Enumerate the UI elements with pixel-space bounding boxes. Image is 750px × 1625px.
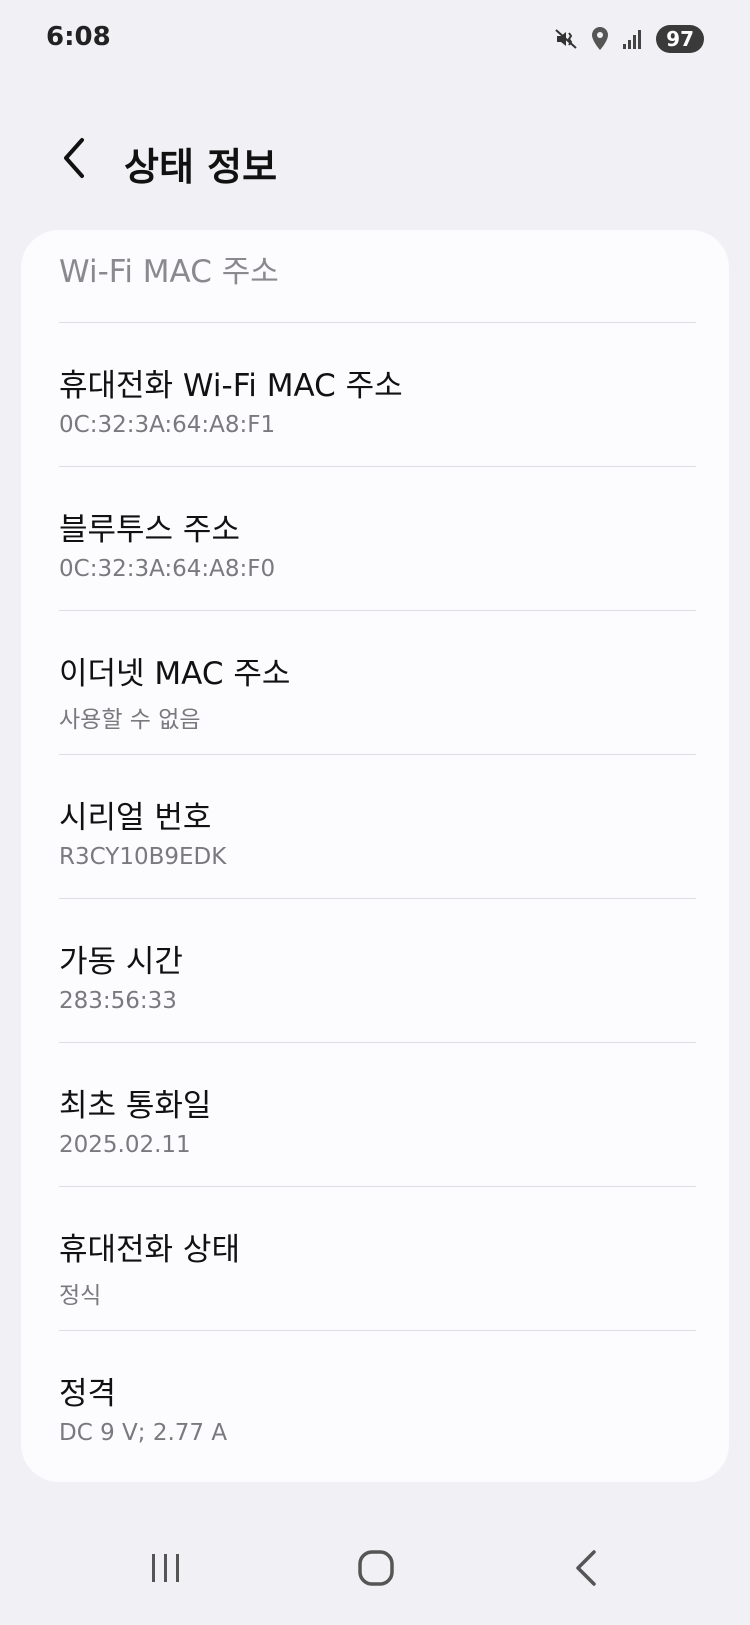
home-icon [357,1549,395,1591]
header: 상태 정보 [0,120,750,210]
status-time: 6:08 [46,22,111,52]
status-bar: 6:08 97 [0,0,750,80]
recent-apps-icon [148,1550,184,1590]
item-value: 2025.02.11 [59,1132,191,1158]
list-item[interactable]: 휴대전화 Wi-Fi MAC 주소 0C:32:3A:64:A8:F1 [21,322,729,466]
list-item[interactable]: 최초 통화일 2025.02.11 [21,1042,729,1186]
status-icons: 97 [554,24,704,54]
item-title: 휴대전화 상태 [59,1232,240,1268]
nav-back-button[interactable] [546,1530,626,1610]
item-title: 정격 [59,1376,117,1412]
back-icon [572,1549,600,1591]
status-info-card: Wi-Fi MAC 주소 휴대전화 Wi-Fi MAC 주소 0C:32:3A:… [21,230,729,1482]
item-title: 휴대전화 Wi-Fi MAC 주소 [59,368,403,404]
home-button[interactable] [336,1530,416,1610]
item-title: 시리얼 번호 [59,800,212,836]
navigation-bar [0,1530,750,1625]
location-icon [590,26,610,52]
item-value: 283:56:33 [59,988,177,1014]
item-title: 최초 통화일 [59,1088,212,1124]
list-item[interactable]: 시리얼 번호 R3CY10B9EDK [21,754,729,898]
item-value: 사용할 수 없음 [59,707,201,733]
battery-icon: 97 [656,25,704,53]
list-item[interactable]: 이더넷 MAC 주소 사용할 수 없음 [21,610,729,754]
item-value: 0C:32:3A:64:A8:F1 [59,412,276,438]
item-title: 블루투스 주소 [59,512,240,548]
item-title: 이더넷 MAC 주소 [59,656,291,692]
item-title: 가동 시간 [59,944,183,980]
back-button[interactable] [52,138,96,182]
wifi-mac-item-partial[interactable]: Wi-Fi MAC 주소 [59,246,279,291]
item-value: 0C:32:3A:64:A8:F0 [59,556,276,582]
recent-apps-button[interactable] [126,1530,206,1610]
list-item[interactable]: 정격 DC 9 V; 2.77 A [21,1330,729,1474]
info-list: 휴대전화 Wi-Fi MAC 주소 0C:32:3A:64:A8:F1 블루투스… [21,322,729,1474]
item-value: 정식 [59,1283,102,1309]
list-item[interactable]: 블루투스 주소 0C:32:3A:64:A8:F0 [21,466,729,610]
mute-vibrate-icon [554,27,578,51]
item-value: R3CY10B9EDK [59,844,227,870]
list-item[interactable]: 가동 시간 283:56:33 [21,898,729,1042]
chevron-left-icon [60,136,88,184]
list-item[interactable]: 휴대전화 상태 정식 [21,1186,729,1330]
page-title: 상태 정보 [124,145,278,189]
item-value: DC 9 V; 2.77 A [59,1420,228,1446]
signal-icon [622,28,644,50]
